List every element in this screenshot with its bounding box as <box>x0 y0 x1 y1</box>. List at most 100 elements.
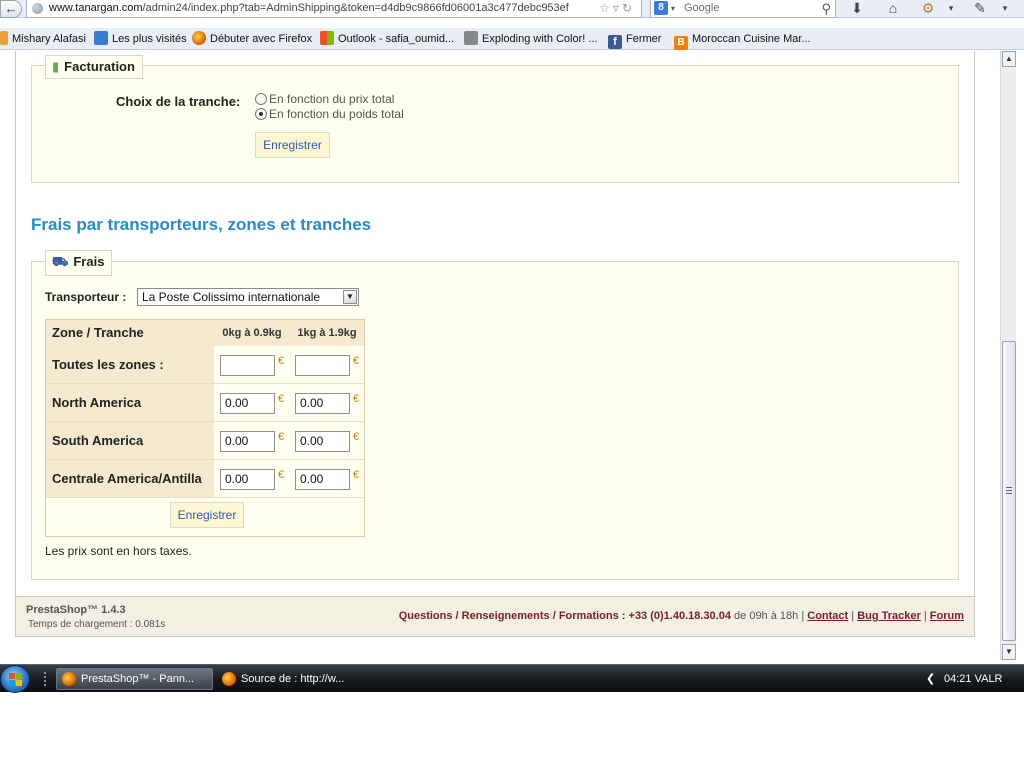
truck-icon: ⛟ <box>52 254 69 269</box>
contact-link[interactable]: Contact <box>807 610 848 622</box>
fees-save-button[interactable]: Enregistrer <box>170 502 244 528</box>
bookmark-label: Outlook - safia_oumid... <box>338 33 455 45</box>
table-row: South America 0.00 € 0.00 € <box>46 422 364 460</box>
bookmark-label: Exploding with Color! ... <box>482 33 598 45</box>
scrollbar-thumb[interactable] <box>1002 341 1016 641</box>
zone-name: South America <box>46 422 214 459</box>
fee-input[interactable] <box>295 355 350 376</box>
radio-button-selected[interactable] <box>255 108 267 120</box>
tax-note: Les prix sont en hors taxes. <box>45 544 192 558</box>
page-viewport: ▮ Facturation Choix de la tranche: En fon… <box>0 51 1000 660</box>
currency-symbol: € <box>278 469 285 481</box>
back-button[interactable]: ← <box>0 0 22 18</box>
firefox-icon <box>192 31 206 45</box>
addon-gear-icon[interactable]: ⚙ <box>918 0 938 18</box>
addon-dropdown-icon[interactable]: ▾ <box>944 0 958 18</box>
bookmark-label: Moroccan Cuisine Mar... <box>692 33 811 45</box>
bookmark-label: Les plus visités <box>112 33 187 45</box>
scroll-up-icon[interactable]: ▲ <box>1002 51 1016 67</box>
taskbar-grip-icon <box>44 672 47 686</box>
url-bar-icons: ☆▿↻ <box>599 0 635 17</box>
menu-dropdown-icon[interactable]: ▾ <box>998 0 1012 18</box>
dropdown-arrow-icon[interactable]: ▿ <box>613 1 622 15</box>
footer-links: Questions / Renseignements / Formations … <box>399 610 964 622</box>
radio-weight-total[interactable]: En fonction du poids total <box>255 107 404 122</box>
range-choice-label: Choix de la tranche: <box>116 94 241 109</box>
url-domain: www.tanargan.com <box>49 2 143 14</box>
windows-logo-icon <box>320 31 334 45</box>
billing-panel <box>31 65 959 183</box>
scroll-down-icon[interactable]: ▼ <box>1002 644 1016 660</box>
bookmark-star-icon[interactable]: ☆ <box>599 1 613 15</box>
table-header-zone: Zone / Tranche <box>46 320 214 346</box>
zone-name: North America <box>46 384 214 421</box>
bookmark-item[interactable]: Mishary Alafasi <box>0 31 86 47</box>
page-footer: PrestaShop™ 1.4.3 Temps de chargement : … <box>15 596 975 637</box>
radio-label: En fonction du poids total <box>269 107 404 121</box>
fee-input[interactable]: 0.00 <box>295 469 350 490</box>
image-icon <box>464 31 478 45</box>
forum-link[interactable]: Forum <box>930 610 964 622</box>
bookmark-folder-icon <box>94 31 108 45</box>
radio-button[interactable] <box>255 93 267 105</box>
search-input[interactable]: Google <box>684 1 719 16</box>
bug-tracker-link[interactable]: Bug Tracker <box>857 610 921 622</box>
site-identity-icon[interactable] <box>32 3 43 14</box>
windows-taskbar: PrestaShop™ - Pann... Source de : http:/… <box>0 664 1024 693</box>
fee-input[interactable] <box>220 355 275 376</box>
taskbar-task-source[interactable]: Source de : http://w... <box>216 668 373 690</box>
bookmark-item[interactable]: Les plus visités <box>94 31 187 47</box>
bookmark-label: Fermer <box>626 33 662 45</box>
search-icon[interactable]: ⚲ <box>821 0 831 17</box>
bookmark-item[interactable]: Débuter avec Firefox <box>192 31 312 47</box>
taskbar-task-prestashop[interactable]: PrestaShop™ - Pann... <box>56 668 213 690</box>
window-edge <box>1016 51 1024 660</box>
extension-icon[interactable]: ✎ <box>970 0 990 18</box>
fees-table: Zone / Tranche 0kg à 0.9kg 1kg à 1.9kg T… <box>45 319 365 537</box>
currency-symbol: € <box>278 431 285 443</box>
blogger-icon: B <box>674 36 688 50</box>
address-bar[interactable]: www.tanargan.com/admin24/index.php?tab=A… <box>26 0 642 18</box>
billing-save-button[interactable]: Enregistrer <box>255 132 330 158</box>
search-box[interactable]: 8 ▾ Google ⚲ <box>650 0 836 18</box>
url-text[interactable]: www.tanargan.com/admin24/index.php?tab=A… <box>49 1 569 16</box>
task-label: Source de : http://w... <box>241 673 345 685</box>
download-icon[interactable]: ⬇ <box>848 0 866 18</box>
fee-input[interactable]: 0.00 <box>220 431 275 452</box>
carrier-label: Transporteur : <box>45 290 127 304</box>
support-phone: +33 (0)1.40.18.30.04 <box>628 610 731 622</box>
bookmark-item[interactable]: B Moroccan Cuisine Mar... <box>674 31 811 50</box>
vertical-scrollbar[interactable]: ▲ ▼ <box>1000 51 1016 660</box>
currency-symbol: € <box>278 355 285 367</box>
windows-logo-icon <box>9 673 23 687</box>
support-label: Questions / Renseignements / Formations … <box>398 610 626 622</box>
fee-input[interactable]: 0.00 <box>220 393 275 414</box>
browser-toolbar: ← www.tanargan.com/admin24/index.php?tab… <box>0 0 1024 18</box>
prestashop-version: PrestaShop™ 1.4.3 <box>26 604 126 616</box>
table-row: Centrale America/Antilla 0.00 € 0.00 € <box>46 460 364 498</box>
tray-expand-icon[interactable]: ❮ <box>926 665 935 693</box>
bookmark-item[interactable]: Outlook - safia_oumid... <box>320 31 454 47</box>
radio-price-total[interactable]: En fonction du prix total <box>255 92 394 107</box>
search-engine-icon[interactable]: 8 <box>654 1 668 15</box>
chevron-down-icon[interactable]: ▼ <box>343 290 357 304</box>
home-icon[interactable]: ⌂ <box>884 0 902 18</box>
reload-icon[interactable]: ↻ <box>622 1 635 15</box>
table-header-range: 0kg à 0.9kg <box>214 320 290 346</box>
fee-input[interactable]: 0.00 <box>295 431 350 452</box>
bookmark-item[interactable]: f Fermer <box>608 31 662 49</box>
bookmark-item[interactable]: Exploding with Color! ... <box>464 31 598 47</box>
fee-input[interactable]: 0.00 <box>295 393 350 414</box>
firefox-icon <box>222 672 236 686</box>
fees-legend: ⛟ Frais <box>45 250 113 276</box>
fee-input[interactable]: 0.00 <box>220 469 275 490</box>
money-icon: ▮ <box>52 59 60 74</box>
bookmarks-toolbar: Mishary Alafasi Les plus visités Débuter… <box>0 28 1024 50</box>
search-engine-dropdown-icon[interactable]: ▾ <box>671 0 675 17</box>
start-button[interactable] <box>0 665 30 693</box>
carrier-select[interactable]: La Poste Colissimo internationale ▼ <box>137 288 359 306</box>
system-clock[interactable]: 04:21 VALR <box>944 665 1003 693</box>
facebook-icon: f <box>608 35 622 49</box>
link-separator: | <box>923 610 927 622</box>
support-hours: de 09h à 18h | <box>734 610 805 622</box>
